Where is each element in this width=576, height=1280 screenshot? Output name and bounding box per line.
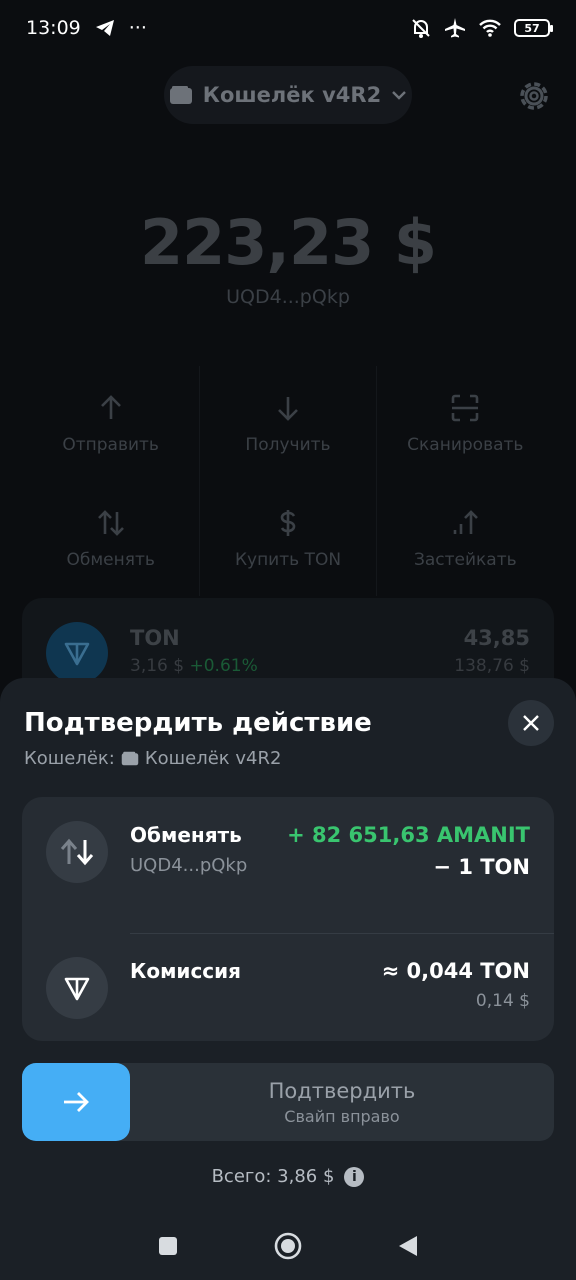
stake-icon	[454, 509, 479, 534]
more-indicator: ···	[128, 17, 147, 39]
transaction-details: Обменять UQD4...pQkp + 82 651,63 AMANIT …	[22, 797, 554, 1041]
token-name: TON	[130, 626, 180, 650]
fee-amount: ≈ 0,044 TON	[381, 959, 530, 983]
back-button[interactable]	[397, 1234, 419, 1258]
info-icon[interactable]: i	[344, 1166, 365, 1187]
scan-icon	[452, 394, 479, 421]
swap-icon	[46, 821, 108, 883]
arrow-right-icon	[64, 1092, 89, 1112]
chevron-down-icon	[392, 91, 407, 100]
confirm-hint: Свайп вправо	[284, 1107, 400, 1126]
system-nav-bar	[0, 1216, 576, 1276]
send-button[interactable]: Отправить	[22, 366, 199, 481]
receive-amount: + 82 651,63 AMANIT	[287, 823, 530, 847]
actions-grid: Отправить Получить Сканировать Обменять …	[22, 366, 554, 596]
status-time: 13:09	[26, 17, 81, 39]
total-amount: Всего: 3,86 $	[211, 1166, 335, 1187]
buy-ton-button[interactable]: Купить TON	[199, 481, 377, 596]
swap-button[interactable]: Обменять	[22, 481, 199, 596]
airplane-icon	[445, 18, 465, 38]
ton-logo-icon	[46, 957, 108, 1019]
home-button[interactable]	[273, 1231, 303, 1261]
balance-amount: 223,23 $	[140, 206, 437, 279]
status-bar: 13:09 ··· 57	[0, 0, 576, 56]
swap-address: UQD4...pQkp	[130, 855, 248, 876]
token-amount: 43,85	[463, 626, 530, 650]
confirm-sheet: Подтвердить действие Кошелёк: Кошелёк v4…	[0, 678, 576, 1280]
send-amount: − 1 TON	[433, 855, 530, 879]
total-line: Всего: 3,86 $ i	[0, 1166, 576, 1187]
close-button[interactable]	[508, 700, 554, 746]
dollar-icon	[280, 509, 296, 536]
receive-button[interactable]: Получить	[199, 366, 377, 481]
confirm-label: Подтвердить	[268, 1079, 416, 1103]
swap-icon	[97, 509, 124, 536]
recents-button[interactable]	[157, 1235, 179, 1257]
bell-muted-icon	[412, 19, 430, 38]
stake-button[interactable]: Застейкать	[377, 481, 554, 596]
swipe-confirm-slider[interactable]: Подтвердить Свайп вправо	[22, 1063, 554, 1141]
token-usd: 138,76 $	[454, 656, 530, 676]
sheet-wallet-info: Кошелёк: Кошелёк v4R2	[24, 748, 282, 769]
arrow-up-icon	[100, 394, 121, 419]
wallet-icon	[169, 86, 192, 104]
gear-icon[interactable]	[514, 76, 554, 116]
divider	[130, 933, 554, 934]
wallet-icon	[121, 751, 139, 766]
fee-title: Комиссия	[130, 959, 242, 983]
scan-button[interactable]: Сканировать	[377, 366, 554, 481]
wallet-selector[interactable]: Кошелёк v4R2	[164, 66, 412, 124]
wifi-icon	[479, 19, 501, 37]
telegram-icon	[95, 20, 114, 36]
swap-title: Обменять	[130, 823, 242, 847]
ton-logo-icon	[46, 622, 108, 684]
swipe-handle[interactable]	[22, 1063, 130, 1141]
wallet-name: Кошелёк v4R2	[202, 83, 382, 107]
sheet-title: Подтвердить действие	[24, 708, 372, 738]
token-price-line: 3,16 $ +0.61%	[130, 656, 258, 676]
wallet-home: Кошелёк v4R2 223,23 $ UQD4...pQkp Отправ…	[0, 56, 576, 708]
wallet-address[interactable]: UQD4...pQkp	[0, 286, 576, 308]
arrow-down-icon	[278, 396, 298, 421]
token-change: +0.61%	[189, 656, 258, 676]
close-icon	[523, 715, 539, 731]
fee-usd: 0,14 $	[475, 991, 530, 1011]
battery-icon: 57	[514, 19, 553, 37]
